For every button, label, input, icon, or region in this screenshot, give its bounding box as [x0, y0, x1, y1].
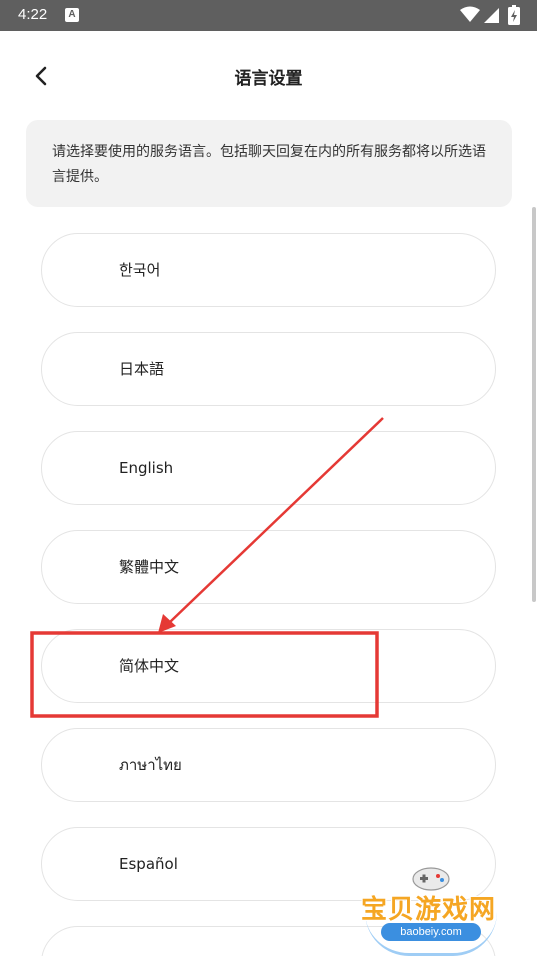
status-bar: 4:22 A: [0, 0, 537, 31]
battery-charging-icon: [508, 5, 520, 25]
language-notice: 请选择要使用的服务语言。包括聊天回复在内的所有服务都将以所选语言提供。: [26, 120, 512, 207]
notice-text: 请选择要使用的服务语言。包括聊天回复在内的所有服务都将以所选语言提供。: [52, 144, 486, 185]
header: 语言设置: [0, 31, 537, 119]
scrollbar[interactable]: [532, 207, 536, 602]
language-label: Español: [119, 855, 178, 873]
wifi-icon: [460, 6, 480, 22]
language-option-english[interactable]: English: [41, 431, 496, 505]
language-label: 简体中文: [119, 657, 180, 675]
gamepad-icon: [412, 867, 450, 891]
language-label: 한국어: [119, 261, 161, 279]
language-label: ภาษาไทย: [119, 756, 182, 774]
language-label: 繁體中文: [119, 558, 180, 576]
language-option-traditional-chinese[interactable]: 繁體中文: [41, 530, 496, 604]
language-option-japanese[interactable]: 日本語: [41, 332, 496, 406]
language-option-korean[interactable]: 한국어: [41, 233, 496, 307]
signal-icon: [484, 8, 499, 23]
language-option-thai[interactable]: ภาษาไทย: [41, 728, 496, 802]
language-label: English: [119, 459, 174, 477]
notification-icon: A: [65, 8, 79, 22]
language-option-simplified-chinese[interactable]: 简体中文: [41, 629, 496, 703]
language-label: 日本語: [119, 360, 165, 378]
watermark-logo: 宝贝游戏网 baobeiy.com: [355, 860, 515, 956]
watermark-url: baobeiy.com: [381, 923, 481, 941]
status-time: 4:22: [18, 6, 48, 23]
page-title: 语言设置: [234, 69, 303, 89]
watermark-title: 宝贝游戏网: [361, 895, 497, 925]
